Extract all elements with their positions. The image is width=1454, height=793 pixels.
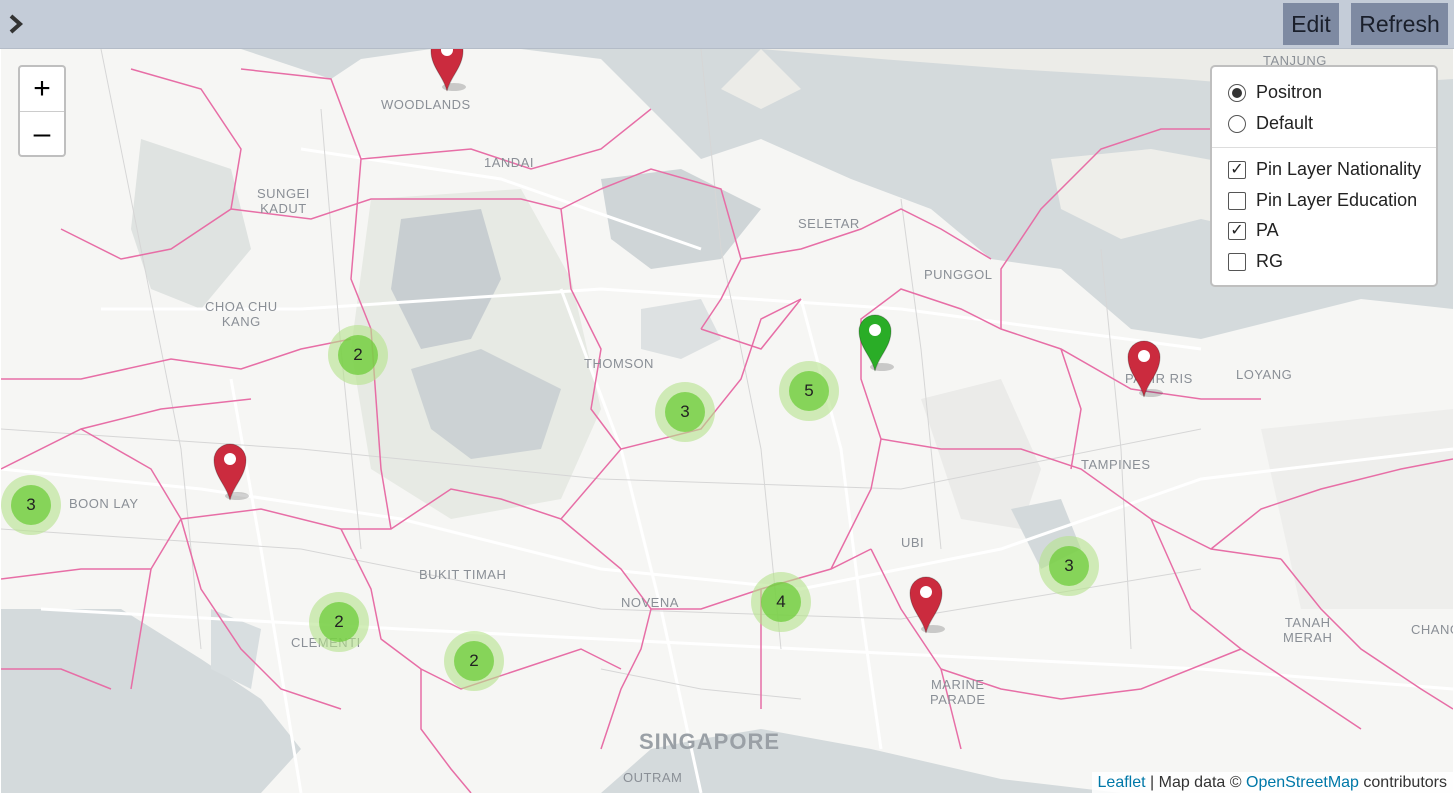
overlay-pin-layer-nationality[interactable]: ✓ Pin Layer Nationality: [1228, 159, 1421, 180]
place-label-tanah-merah: TANAH MERAH: [1283, 615, 1333, 645]
layer-label: RG: [1256, 251, 1283, 271]
layers-control: Positron Default ✓ Pin Layer Nationality…: [1210, 65, 1438, 287]
openstreetmap-link[interactable]: OpenStreetMap: [1246, 774, 1359, 791]
layers-separator: [1212, 147, 1436, 148]
top-toolbar: Edit Refresh: [0, 0, 1454, 49]
place-label-bukit-timah: BUKIT TIMAH: [419, 567, 507, 582]
cluster-count: 2: [454, 641, 494, 681]
overlay-pa[interactable]: ✓ PA: [1228, 220, 1279, 241]
map-pin-marker-icon[interactable]: [856, 311, 894, 373]
map-pin-marker-icon[interactable]: [907, 573, 945, 635]
place-label-seletar: SELETAR: [798, 216, 860, 231]
marker-cluster[interactable]: 5: [779, 361, 839, 421]
zoom-control: + –: [18, 65, 66, 157]
place-label-punggol: PUNGGOL: [924, 267, 993, 282]
cluster-count: 3: [11, 485, 51, 525]
layer-label: PA: [1256, 220, 1279, 240]
place-label-tampines: TAMPINES: [1081, 457, 1151, 472]
attribution-text: | Map data ©: [1145, 774, 1246, 791]
zoom-out-button[interactable]: –: [20, 112, 64, 155]
map-attribution: Leaflet | Map data © OpenStreetMap contr…: [1091, 772, 1453, 793]
layer-label: Pin Layer Nationality: [1256, 159, 1422, 179]
cluster-count: 5: [789, 371, 829, 411]
edit-button[interactable]: Edit: [1283, 3, 1339, 45]
place-label-thomson: THOMSON: [584, 356, 654, 371]
leaflet-link[interactable]: Leaflet: [1098, 774, 1146, 791]
checkbox[interactable]: ✓: [1228, 160, 1246, 179]
sidebar-toggle-chevron-right-icon[interactable]: [4, 11, 28, 37]
cluster-count: 3: [1049, 546, 1089, 586]
place-label-changi: CHANG: [1411, 622, 1453, 637]
zoom-in-button[interactable]: +: [20, 67, 64, 112]
layer-label: Default: [1256, 113, 1314, 133]
marker-cluster[interactable]: 3: [655, 382, 715, 442]
refresh-button[interactable]: Refresh: [1351, 3, 1448, 45]
cluster-count: 4: [761, 582, 801, 622]
base-layer-default[interactable]: Default: [1228, 113, 1313, 134]
layer-label: Pin Layer Education: [1256, 190, 1418, 210]
map-pin-marker-icon[interactable]: [1125, 337, 1163, 399]
place-label-singapore: SINGAPORE: [639, 729, 781, 754]
radio-button[interactable]: [1228, 114, 1246, 133]
radio-button[interactable]: [1228, 83, 1246, 102]
attribution-suffix: contributors: [1358, 774, 1447, 791]
place-label-novena: NOVENA: [621, 595, 679, 610]
checkbox[interactable]: [1228, 191, 1246, 210]
layer-label: Positron: [1256, 82, 1323, 102]
marker-cluster[interactable]: 3: [1039, 536, 1099, 596]
cluster-count: 2: [319, 602, 359, 642]
marker-cluster[interactable]: 4: [751, 572, 811, 632]
place-label-choa-chu-kang: CHOA CHU KANG: [205, 299, 278, 329]
marker-cluster[interactable]: 2: [444, 631, 504, 691]
place-label-outram: OUTRAM: [623, 770, 683, 785]
map-pin-marker-icon[interactable]: [211, 440, 249, 502]
place-label-sungei-kadut: SUNGEI KADUT: [257, 186, 310, 216]
overlay-rg[interactable]: RG: [1228, 251, 1283, 272]
checkbox[interactable]: ✓: [1228, 221, 1246, 240]
place-label-marine-parade: MARINE PARADE: [930, 677, 986, 707]
cluster-count: 2: [338, 335, 378, 375]
place-label-woodlands: WOODLANDS: [381, 97, 471, 112]
place-label-loyang: LOYANG: [1236, 367, 1293, 382]
base-layer-positron[interactable]: Positron: [1228, 82, 1322, 103]
map-canvas[interactable]: WOODLANDS 1ANDAI SUNGEI KADUT CHOA CHU K…: [1, 49, 1453, 793]
checkbox[interactable]: [1228, 252, 1246, 271]
marker-cluster[interactable]: 2: [328, 325, 388, 385]
place-label-ubi: UBI: [901, 535, 925, 550]
marker-cluster[interactable]: 3: [1, 475, 61, 535]
marker-cluster[interactable]: 2: [309, 592, 369, 652]
cluster-count: 3: [665, 392, 705, 432]
overlay-pin-layer-education[interactable]: Pin Layer Education: [1228, 190, 1417, 211]
map-pin-marker-icon[interactable]: [428, 49, 466, 93]
place-label-mandai: 1ANDAI: [484, 155, 534, 170]
place-label-boon-lay: BOON LAY: [69, 496, 139, 511]
